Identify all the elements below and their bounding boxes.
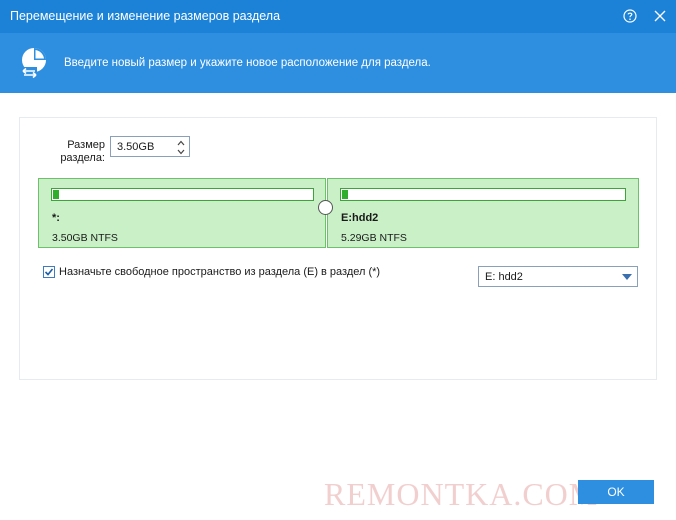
partition-name: E:hdd2: [341, 212, 379, 224]
help-icon: [623, 9, 637, 23]
close-icon: [654, 10, 666, 22]
partition-info: 3.50GB NTFS: [52, 232, 118, 244]
dropdown-arrow-icon: [622, 274, 632, 280]
checkmark-icon: [44, 268, 54, 276]
watermark: REMONTKA.COM: [324, 476, 599, 512]
partition-usage-bar: [340, 188, 626, 201]
ok-button[interactable]: OK: [578, 480, 654, 504]
help-button[interactable]: [620, 6, 640, 26]
partition-name: *:: [52, 212, 60, 224]
spin-arrows: [175, 138, 187, 155]
partition-size-stepper[interactable]: [110, 136, 190, 157]
chevron-up-icon: [177, 140, 185, 146]
spin-down-button[interactable]: [175, 147, 187, 155]
info-banner: Введите новый размер и укажите новое рас…: [0, 33, 676, 93]
partition-info: 5.29GB NTFS: [341, 232, 407, 244]
allocate-free-space-label[interactable]: Назначьте свободное пространство из разд…: [59, 266, 380, 278]
allocate-free-space-checkbox[interactable]: [43, 266, 55, 278]
chevron-down-icon: [177, 149, 185, 155]
partition-usage-bar: [51, 188, 314, 201]
partition-move-icon: [21, 48, 46, 79]
source-partition-select[interactable]: E: hdd2: [478, 266, 638, 287]
banner-text: Введите новый размер и укажите новое рас…: [64, 57, 431, 69]
select-value: E: hdd2: [485, 271, 523, 283]
partition-size-label: Размер раздела:: [60, 139, 105, 164]
partition-usage-fill: [342, 190, 348, 199]
close-button[interactable]: [650, 6, 670, 26]
window-title: Перемещение и изменение размеров раздела: [10, 9, 281, 23]
partition-block-new[interactable]: *: 3.50GB NTFS: [38, 178, 326, 248]
title-bar: Перемещение и изменение размеров раздела: [0, 0, 676, 33]
partition-size-input[interactable]: [111, 137, 173, 156]
resize-handle[interactable]: [318, 200, 333, 215]
partition-block-e[interactable]: E:hdd2 5.29GB NTFS: [327, 178, 639, 248]
partition-usage-fill: [53, 190, 59, 199]
spin-up-button[interactable]: [175, 138, 187, 146]
